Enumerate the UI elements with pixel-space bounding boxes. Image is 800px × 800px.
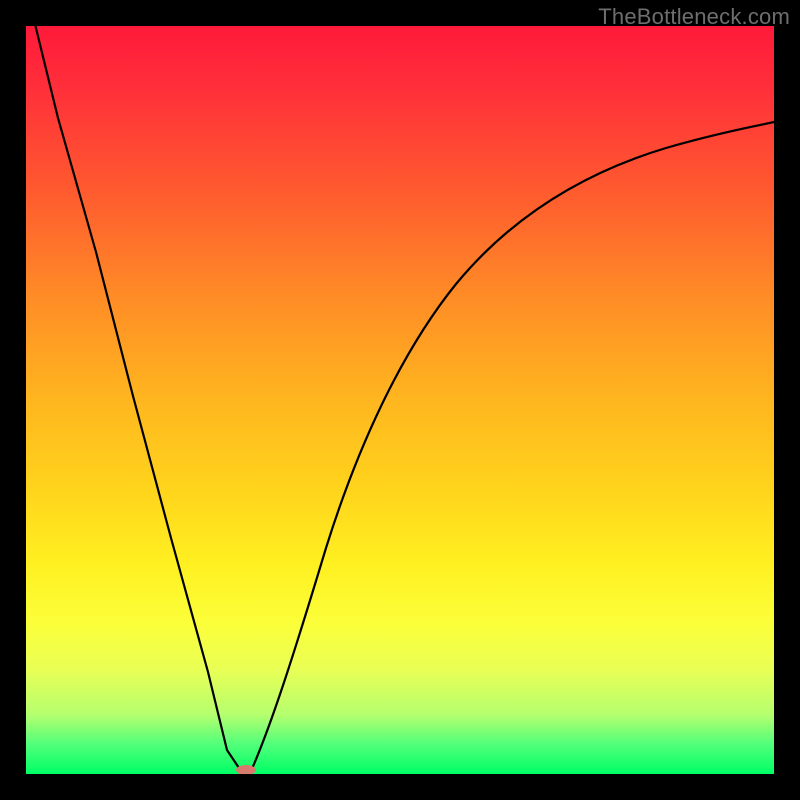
plot-area	[26, 26, 774, 774]
chart-svg	[26, 26, 774, 774]
curve-right-branch	[251, 122, 774, 771]
curve-left-branch	[34, 26, 241, 771]
watermark-label: TheBottleneck.com	[598, 4, 790, 30]
